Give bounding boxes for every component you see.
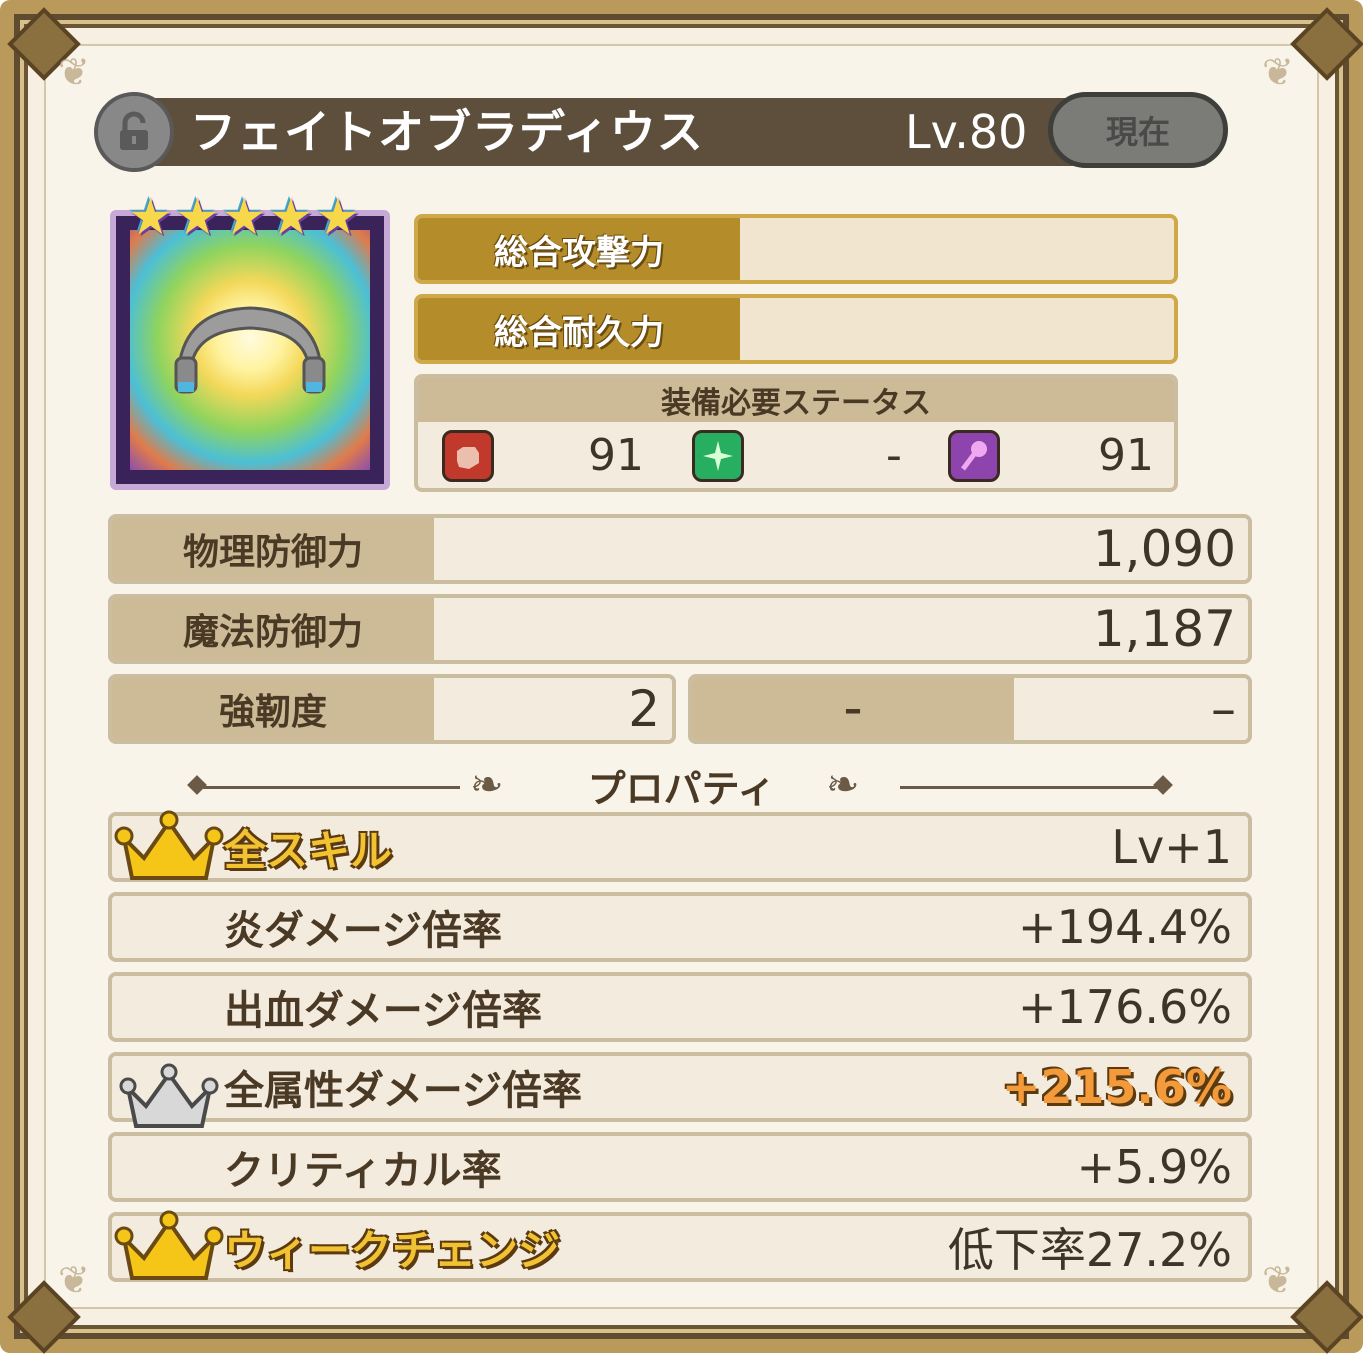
requirement-strength-value: 91: [588, 430, 644, 481]
property-value: +176.6%: [1018, 980, 1232, 1034]
toughness-label: 強靭度: [112, 678, 434, 740]
gold-crown-icon: [114, 810, 224, 880]
magic-defense-label: 魔法防御力: [112, 598, 434, 660]
requirement-agility-value: -: [886, 430, 902, 481]
star-icon: ★: [174, 188, 220, 246]
property-label: 出血ダメージ倍率: [224, 988, 542, 1034]
flourish-icon: ❦: [58, 1258, 90, 1302]
flourish-icon: ❦: [1262, 50, 1294, 94]
toughness-value: 2: [628, 680, 660, 738]
total-attack-bar: 総合攻撃力: [414, 214, 1178, 284]
silver-crown-icon: [119, 1063, 219, 1128]
total-durability-label: 総合耐久力: [418, 298, 740, 360]
flourish-icon: ❦: [58, 50, 90, 94]
property-row: 出血ダメージ倍率 +176.6%: [108, 972, 1252, 1042]
property-row: 炎ダメージ倍率 +194.4%: [108, 892, 1252, 962]
total-durability-bar: 総合耐久力: [414, 294, 1178, 364]
lock-toggle[interactable]: [94, 92, 174, 172]
star-icon: ★: [315, 188, 361, 246]
physical-defense-label: 物理防御力: [112, 518, 434, 580]
extra-stat-label: –: [692, 678, 1014, 740]
property-value: 低下率27.2%: [947, 1223, 1232, 1277]
flourish-icon: ❦: [1262, 1258, 1294, 1302]
property-label: 炎ダメージ倍率: [224, 908, 502, 954]
toughness-row: 強靭度 2: [108, 674, 676, 744]
current-button[interactable]: 現在: [1048, 92, 1228, 168]
rarity-stars: ★ ★ ★ ★ ★: [128, 192, 360, 242]
total-attack-label: 総合攻撃力: [418, 218, 740, 280]
magic-defense-value: 1,187: [1092, 600, 1236, 658]
extra-stat-row: – –: [688, 674, 1252, 744]
physical-defense-value: 1,090: [1092, 520, 1236, 578]
property-label: 全属性ダメージ倍率: [224, 1068, 582, 1114]
property-label: 全スキル: [224, 825, 393, 875]
helmet-icon: [174, 306, 326, 394]
property-row: クリティカル率 +5.9%: [108, 1132, 1252, 1202]
property-value: +5.9%: [1076, 1140, 1232, 1194]
magic-icon: [948, 430, 1000, 482]
extra-stat-value: –: [1211, 680, 1236, 738]
property-row: 全スキル Lv+1: [108, 810, 1252, 882]
fist-icon: [442, 430, 494, 482]
agility-icon: [692, 430, 744, 482]
property-value: +215.6%: [1001, 1060, 1232, 1114]
gold-crown-icon: [114, 1210, 224, 1280]
requirements-title: 装備必要ステータス: [418, 378, 1174, 422]
magic-defense-row: 魔法防御力 1,187: [108, 594, 1252, 664]
property-label: ウィークチェンジ: [224, 1225, 561, 1275]
star-icon: ★: [128, 188, 173, 246]
star-icon: ★: [268, 188, 314, 246]
property-value: +194.4%: [1018, 900, 1232, 954]
unlock-icon: [120, 111, 148, 150]
item-name: フェイトオブラディウス: [190, 105, 704, 159]
property-row: 全属性ダメージ倍率 +215.6%: [108, 1052, 1252, 1128]
equip-requirements: 装備必要ステータス 91 - 91: [414, 374, 1178, 492]
star-icon: ★: [221, 188, 267, 246]
physical-defense-row: 物理防御力 1,090: [108, 514, 1252, 584]
property-value: Lv+1: [1111, 820, 1232, 874]
property-row: ウィークチェンジ 低下率27.2%: [108, 1210, 1252, 1282]
item-level: Lv.80: [905, 105, 1028, 159]
requirement-magic-value: 91: [1098, 430, 1154, 481]
properties-title: プロパティ: [587, 767, 776, 811]
property-label: クリティカル率: [224, 1148, 502, 1194]
